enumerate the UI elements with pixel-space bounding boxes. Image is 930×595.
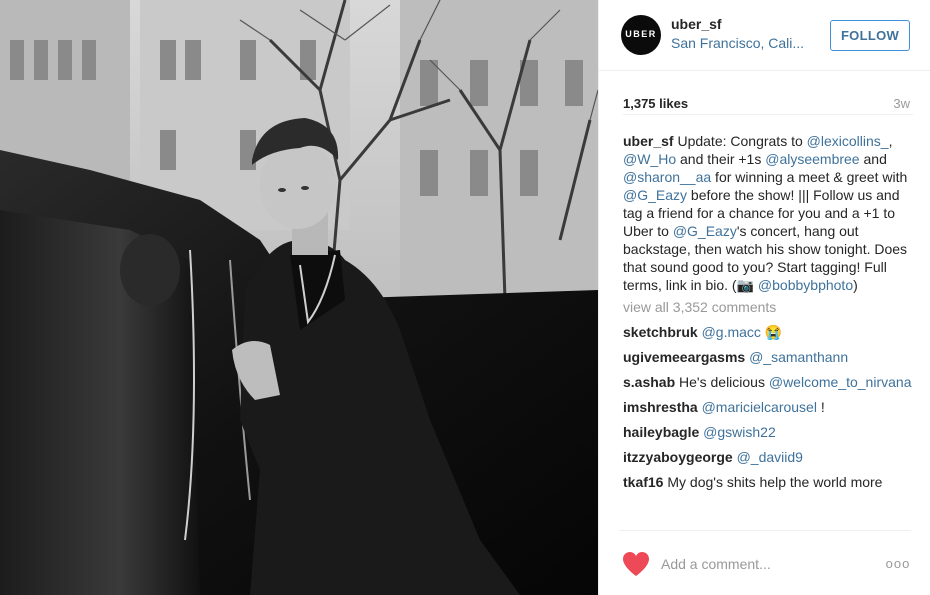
follow-button[interactable]: FOLLOW <box>830 20 910 51</box>
caption-text: and their +1s <box>676 151 766 167</box>
mention-link[interactable]: @bobbybphoto <box>758 277 853 293</box>
mention-link[interactable]: @G_Eazy <box>623 187 687 203</box>
comment-item: s.ashab He's delicious @welcome_to_nirva… <box>623 373 913 391</box>
comment-item: sketchbruk @g.macc 😭 <box>623 323 913 341</box>
like-button[interactable] <box>622 551 650 577</box>
mention-link[interactable]: @G_Eazy <box>673 223 737 239</box>
comment-footer: ooo <box>619 530 911 595</box>
more-options-icon[interactable]: ooo <box>885 551 911 577</box>
comment-username[interactable]: tkaf16 <box>623 474 663 490</box>
comment-item: imshrestha @maricielcarousel ! <box>623 398 913 416</box>
mention-link[interactable]: @_daviid9 <box>737 449 803 465</box>
likes-count[interactable]: 1,375 likes <box>623 96 688 111</box>
caption-text: and <box>859 151 887 167</box>
post-details-panel: UBER uber_sf San Francisco, Cali... FOLL… <box>598 0 930 595</box>
mention-link[interactable]: @welcome_to_nirvana <box>769 374 912 390</box>
comment-item: ugivemeeargasms @_samanthann <box>623 348 913 366</box>
heart-icon <box>623 552 649 576</box>
mention-link[interactable]: @g.macc <box>702 324 761 340</box>
caption-text: , <box>888 133 893 149</box>
comment-text: My dog's shits help the world more <box>667 474 883 490</box>
comment-username[interactable]: s.ashab <box>623 374 675 390</box>
add-comment-input[interactable] <box>661 551 871 577</box>
mention-link[interactable]: @lexicollins_ <box>807 133 889 149</box>
comment-username[interactable]: ugivemeeargasms <box>623 349 745 365</box>
comment-item: tkaf16 My dog's shits help the world mor… <box>623 473 913 491</box>
comment-username[interactable]: itzzyaboygeorge <box>623 449 733 465</box>
caption-text: for winning a meet & greet with <box>711 169 908 185</box>
comment-item: itzzyaboygeorge @_daviid9 <box>623 448 913 466</box>
comment-text: ! <box>816 399 825 415</box>
caption-text: Update: Congrats to <box>673 133 807 149</box>
comment-username[interactable]: haileybagle <box>623 424 699 440</box>
comment-username[interactable]: imshrestha <box>623 399 698 415</box>
comment-username[interactable]: sketchbruk <box>623 324 698 340</box>
post-time[interactable]: 3w <box>893 96 910 111</box>
avatar[interactable]: UBER <box>621 15 661 55</box>
comment-text: He's delicious <box>679 374 769 390</box>
avatar-logo-text: UBER <box>625 29 657 39</box>
post-photo[interactable] <box>0 0 598 595</box>
view-all-comments-link[interactable]: view all 3,352 comments <box>623 298 913 316</box>
mention-link[interactable]: @alyseembree <box>765 151 859 167</box>
mention-link[interactable]: @maricielcarousel <box>702 399 817 415</box>
comments-list: uber_sf Update: Congrats to @lexicollins… <box>623 114 913 530</box>
mention-link[interactable]: @_samanthann <box>749 349 848 365</box>
mention-link[interactable]: @gswish22 <box>703 424 776 440</box>
caption-username[interactable]: uber_sf <box>623 133 674 149</box>
username-link[interactable]: uber_sf <box>671 16 722 32</box>
location-link[interactable]: San Francisco, Cali... <box>671 35 821 51</box>
comment-item: haileybagle @gswish22 <box>623 423 913 441</box>
photo-illustration <box>0 0 598 595</box>
post-header: UBER uber_sf San Francisco, Cali... FOLL… <box>599 0 930 71</box>
caption-text: ) <box>853 277 858 293</box>
mention-link[interactable]: @sharon__aa <box>623 169 711 185</box>
mention-link[interactable]: @W_Ho <box>623 151 676 167</box>
comment-text: 😭 <box>760 324 783 340</box>
caption: uber_sf Update: Congrats to @lexicollins… <box>623 132 913 294</box>
